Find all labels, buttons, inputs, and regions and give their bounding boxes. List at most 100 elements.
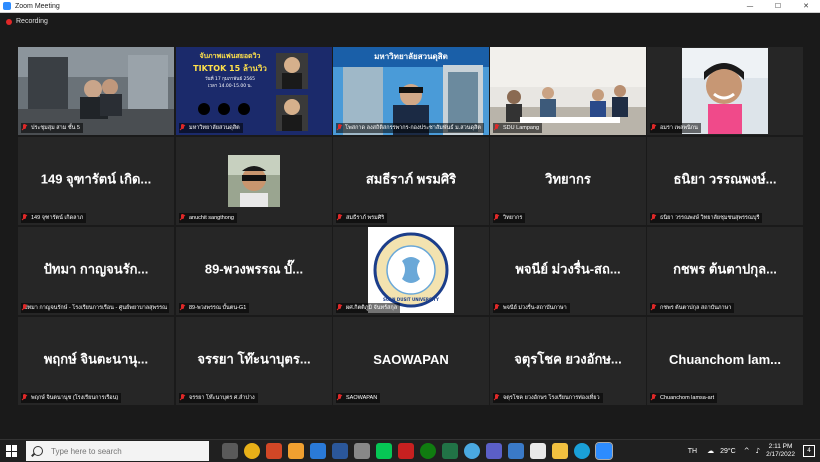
participant-name-label: 149 จุฑารัตน์ เกิดลาภ — [21, 213, 87, 223]
video-tile[interactable]: Chuanchom lam... Chuanchom lamsa-art — [647, 317, 803, 405]
video-tile[interactable]: SAOWAPAN SAOWAPAN — [333, 317, 489, 405]
participant-name-label: SAOWAPAN — [336, 393, 381, 403]
video-tile[interactable]: อมรา เพลพนิกน — [647, 47, 803, 135]
red-app-icon[interactable] — [398, 443, 414, 459]
participant-name: ประชุมสุม สาม ชั้น 5 — [31, 125, 80, 131]
windows-start-icon[interactable] — [6, 445, 18, 457]
chrome-icon[interactable] — [244, 443, 260, 459]
mic-muted-icon — [650, 214, 657, 222]
poster-date: วันที่ 17 กุมภาพันธ์ 2565 — [204, 77, 255, 82]
recording-label: Recording — [16, 18, 48, 25]
mic-muted-icon — [21, 124, 28, 132]
search-input[interactable] — [51, 446, 201, 456]
system-tray: TH ☁ 29°C ^ ♪ 2:11 PM 2/17/2022 4 — [688, 440, 820, 462]
participant-name-label: ธนิยา วรรณพงษ์ วิทยาลัยชุมชนสุพรรณบุรี — [650, 213, 763, 223]
zoom-taskbar-icon[interactable] — [595, 442, 613, 460]
participant-name: anuchit sangthong — [189, 215, 234, 221]
mic-muted-icon — [493, 214, 500, 222]
mic-muted-icon — [493, 394, 500, 402]
powerpoint-icon[interactable] — [266, 443, 282, 459]
video-tile[interactable]: จับภาพแฟนสยอดวิว TIKTOK 15 ล้านวิว วันที… — [176, 47, 332, 135]
recording-bar: Recording — [0, 13, 820, 33]
video-tile[interactable]: พฤกษ์ จินตะนานุ... พฤกษ์ จินตนานุช (โรงเ… — [18, 317, 174, 405]
chevron-up-icon[interactable]: ^ — [744, 447, 750, 455]
participant-display-name: จรรยา โท๊ะนาบุตร... — [197, 351, 311, 367]
video-tile[interactable]: จรรยา โท๊ะนาบุตร... จรรยา โท๊ะนาบุตร ศ.ล… — [176, 317, 332, 405]
xbox-icon[interactable] — [420, 443, 436, 459]
maximize-button[interactable]: ☐ — [764, 0, 792, 12]
excel-icon[interactable] — [442, 443, 458, 459]
video-tile[interactable]: SUAN DUSIT UNIVERSITY ผศ.กิตติภูมิ จันทร… — [333, 227, 489, 315]
store-icon[interactable] — [508, 443, 524, 459]
notification-icon[interactable]: 4 — [803, 445, 815, 457]
participant-display-name: สมธีราภ์ พรมศิริ — [365, 171, 457, 187]
participant-name: ผศ.กิตติภูมิ จันทร์สกุล — [346, 305, 398, 311]
task-view-icon[interactable] — [222, 443, 238, 459]
video-tile[interactable]: สมธีราภ์ พรมศิริ สมธีราภ์ พรมศิริ — [333, 137, 489, 225]
window-title: Zoom Meeting — [15, 2, 60, 10]
participant-name: มหาวิทยาลัยสวนดุสิต — [189, 125, 240, 131]
video-tile[interactable]: วิทยากร วิทยากร — [490, 137, 646, 225]
line-icon[interactable] — [376, 443, 392, 459]
participant-display-name: จตุรโชค ยวงอักษ... — [514, 351, 622, 367]
video-tile[interactable]: 149 จุฑารัตน์ เกิด... 149 จุฑารัตน์ เกิด… — [18, 137, 174, 225]
mic-muted-icon — [336, 124, 342, 132]
participant-name: ปัทมา กาญจนรักษ์ - โรงเรียนการเรือน - ศู… — [24, 305, 168, 311]
video-tile[interactable]: จตุรโชค ยวงอักษ... จตุรโชค ยวงอักษร โรงเ… — [490, 317, 646, 405]
participant-display-name: กชพร ต้นตาปกุล... — [673, 261, 777, 277]
zoom-app-icon — [3, 2, 11, 10]
participant-name-label: มหาวิทยาลัยสวนดุสิต — [179, 123, 243, 133]
input-language[interactable]: TH — [688, 448, 697, 455]
participant-avatar — [228, 155, 280, 207]
participant-video — [18, 47, 174, 135]
word-icon[interactable] — [332, 443, 348, 459]
clock[interactable]: 2:11 PM 2/17/2022 — [766, 443, 795, 459]
search-icon — [33, 446, 43, 456]
video-tile[interactable]: 89-พวงพรรณ บั๊... 89-พวงพรรณ บั้นตน-G1 — [176, 227, 332, 315]
taskbar-search[interactable] — [26, 441, 209, 461]
mic-muted-icon — [21, 214, 28, 222]
mic-muted-icon — [650, 124, 657, 132]
media-player-icon[interactable] — [288, 443, 304, 459]
participant-name: จตุรโชค ยวงอักษร โรงเรียนการท่องเที่ยว — [503, 395, 600, 401]
mic-muted-icon — [179, 124, 186, 132]
volume-icon[interactable]: ♪ — [756, 447, 760, 455]
minimize-button[interactable]: — — [736, 0, 764, 12]
mic-muted-icon — [493, 124, 500, 132]
participant-display-name: SAOWAPAN — [373, 352, 449, 367]
participant-name: สมธีราภ์ พรมศิริ — [346, 215, 385, 221]
recording-indicator[interactable]: Recording — [6, 18, 48, 25]
participant-name-label: พจนีย์ ม่วงรื่น-สถาบันภาษา — [493, 303, 570, 313]
mic-muted-icon — [336, 394, 343, 402]
acrobat-icon[interactable] — [530, 443, 546, 459]
participant-name-label: พฤกษ์ จินตนานุช (โรงเรียนการเรือน) — [21, 393, 122, 403]
video-tile[interactable]: กชพร ต้นตาปกุล... กชพร ต้นตาปกุล สถาบันภ… — [647, 227, 803, 315]
video-tile[interactable]: SDU Lampang — [490, 47, 646, 135]
video-tile[interactable]: ประชุมสุม สาม ชั้น 5 — [18, 47, 174, 135]
video-app-icon[interactable] — [310, 443, 326, 459]
close-button[interactable]: ✕ — [792, 0, 820, 12]
poster-title: จับภาพแฟนสยอดวิว — [199, 52, 261, 60]
participant-display-name: ธนิยา วรรณพงษ์... — [673, 171, 777, 187]
title-bar: Zoom Meeting — ☐ ✕ — [0, 0, 820, 13]
participant-video — [682, 48, 768, 134]
video-tile[interactable]: ธนิยา วรรณพงษ์... ธนิยา วรรณพงษ์ วิทยาลั… — [647, 137, 803, 225]
temperature[interactable]: 29°C — [720, 448, 736, 455]
mic-muted-icon — [179, 394, 186, 402]
participant-display-name: Chuanchom lam... — [669, 352, 781, 367]
teams-icon[interactable] — [486, 443, 502, 459]
mic-muted-icon — [650, 304, 657, 312]
participant-name-label: 89-พวงพรรณ บั้นตน-G1 — [179, 303, 250, 313]
edge-icon[interactable] — [574, 443, 590, 459]
participant-name-label: โพสกาด ลงสถิติสกรรพากร-กองประชาสัมพันธ์ … — [336, 123, 484, 133]
poster-time: เวลา 14.00-15.00 น. — [207, 84, 253, 89]
participant-display-name: พฤกษ์ จินตะนานุ... — [43, 351, 149, 367]
video-tile[interactable]: anuchit sangthong — [176, 137, 332, 225]
video-tile[interactable]: ปัทมา กาญจนรัก... ปัทมา กาญจนรักษ์ - โรง… — [18, 227, 174, 315]
video-tile[interactable]: พจนีย์ ม่วงรื่น-สถ... พจนีย์ ม่วงรื่น-สถ… — [490, 227, 646, 315]
video-tile[interactable]: มหาวิทยาลัยสวนดุสิต โพสกาด ลงสถิติสกรรพา… — [333, 47, 489, 135]
camera-icon[interactable] — [464, 443, 480, 459]
file-explorer-icon[interactable] — [552, 443, 568, 459]
mic-muted-icon — [336, 304, 343, 312]
usb-drive-icon[interactable] — [354, 443, 370, 459]
